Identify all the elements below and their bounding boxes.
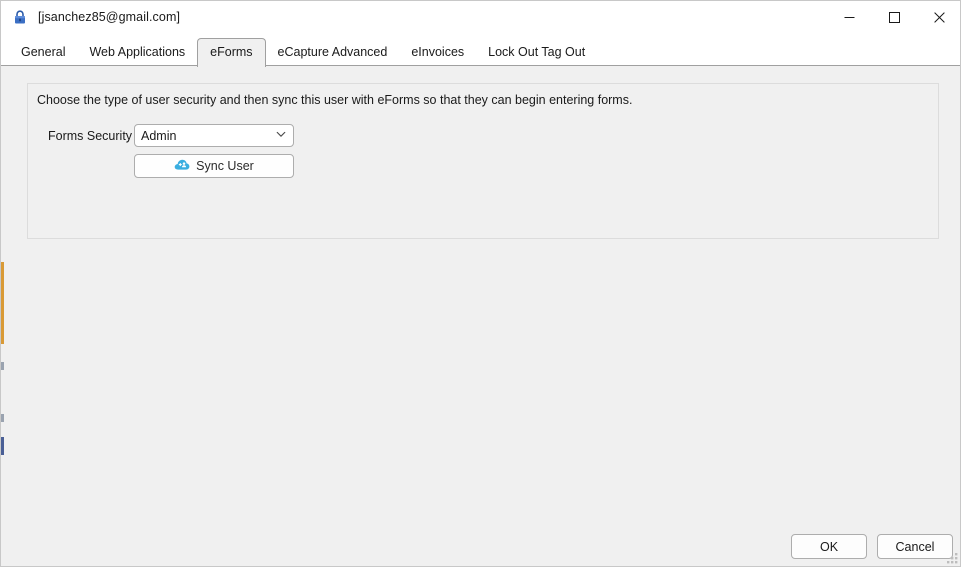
edge-strip-orange bbox=[1, 262, 4, 344]
cancel-button[interactable]: Cancel bbox=[877, 534, 953, 559]
settings-dialog-window: [jsanchez85@gmail.com] General Web Appli… bbox=[0, 0, 961, 567]
edge-strip-blue bbox=[1, 437, 4, 455]
ok-button[interactable]: OK bbox=[791, 534, 867, 559]
tab-eforms[interactable]: eForms bbox=[197, 38, 266, 67]
forms-security-value: Admin bbox=[141, 128, 177, 143]
minimize-icon[interactable] bbox=[827, 1, 872, 33]
cloud-add-user-icon bbox=[174, 157, 190, 176]
tab-web-applications[interactable]: Web Applications bbox=[77, 38, 197, 66]
resize-grip-icon[interactable] bbox=[946, 552, 959, 565]
sync-user-button[interactable]: Sync User bbox=[134, 154, 294, 178]
close-icon[interactable] bbox=[917, 1, 960, 33]
tab-ecapture-advanced[interactable]: eCapture Advanced bbox=[266, 38, 400, 66]
forms-security-dropdown[interactable]: Admin bbox=[134, 124, 294, 147]
tab-lock-out-tag-out[interactable]: Lock Out Tag Out bbox=[476, 38, 597, 66]
forms-security-group-panel: Choose the type of user security and the… bbox=[27, 83, 939, 239]
sync-user-label: Sync User bbox=[196, 159, 254, 173]
forms-security-label: Forms Security bbox=[48, 129, 133, 143]
maximize-icon[interactable] bbox=[872, 1, 917, 33]
chevron-down-icon bbox=[275, 127, 287, 145]
window-title: [jsanchez85@gmail.com] bbox=[38, 10, 181, 24]
group-description: Choose the type of user security and the… bbox=[37, 93, 633, 107]
tab-strip: General Web Applications eForms eCapture… bbox=[1, 33, 960, 67]
edge-strip-grey-lower bbox=[1, 414, 4, 422]
edge-strip-grey-upper bbox=[1, 362, 4, 370]
lock-icon bbox=[12, 9, 28, 25]
tab-general[interactable]: General bbox=[9, 38, 77, 66]
tab-page-eforms: Choose the type of user security and the… bbox=[1, 66, 960, 566]
title-bar: [jsanchez85@gmail.com] bbox=[1, 1, 960, 33]
tab-einvoices[interactable]: eInvoices bbox=[399, 38, 476, 66]
window-controls bbox=[827, 1, 960, 33]
